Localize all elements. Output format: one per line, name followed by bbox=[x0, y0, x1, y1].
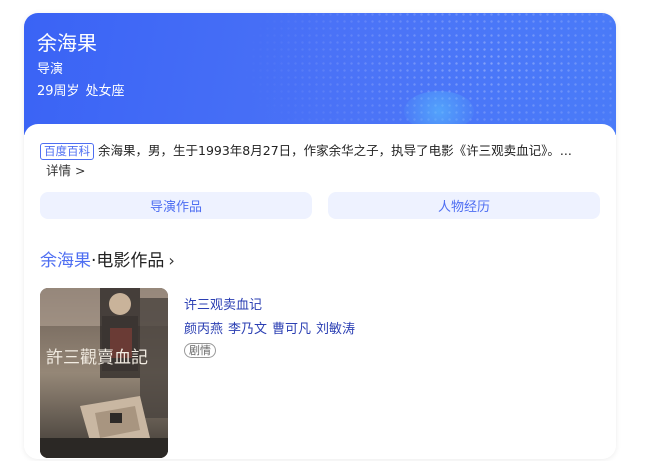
summary: 百度百科 余海果，男，生于1993年8月27日，作家余华之子，执导了电影《许三观卖… bbox=[40, 140, 600, 162]
person-meta: 29周岁 处女座 bbox=[37, 80, 125, 99]
summary-text: 余海果，男，生于1993年8月27日，作家余华之子，执导了电影《许三观卖血记》。… bbox=[98, 143, 572, 158]
person-zodiac: 处女座 bbox=[85, 84, 125, 99]
hero-banner: 余海果 导演 29周岁 处女座 bbox=[24, 13, 616, 135]
section-person-name: 余海果 bbox=[40, 251, 91, 271]
cast-member[interactable]: 刘敏涛 bbox=[316, 322, 355, 337]
person-card: 余海果 导演 29周岁 处女座 百度百科 余海果，男，生于1993年8月27日，作家… bbox=[24, 13, 616, 459]
cast-member[interactable]: 李乃文 bbox=[228, 322, 267, 337]
baike-tag[interactable]: 百度百科 bbox=[40, 143, 94, 160]
person-role: 导演 bbox=[37, 62, 64, 77]
directed-works-button[interactable]: 导演作品 bbox=[40, 192, 312, 219]
cast-list: 颜丙燕 李乃文 曹可凡 刘敏涛 bbox=[184, 318, 355, 337]
detail-link[interactable]: 详情 > bbox=[46, 160, 85, 179]
genre-tag: 剧情 bbox=[184, 343, 216, 358]
movie-poster[interactable]: 許三觀賣血記 bbox=[40, 288, 168, 458]
card-body: 百度百科 余海果，男，生于1993年8月27日，作家余华之子，执导了电影《许三观卖… bbox=[24, 124, 616, 459]
chevron-right-icon: › bbox=[168, 251, 175, 270]
section-heading: 电影作品 bbox=[96, 251, 165, 271]
person-age: 29周岁 bbox=[37, 84, 80, 99]
movie-title[interactable]: 许三观卖血记 bbox=[184, 294, 262, 313]
poster-title: 許三觀賣血記 bbox=[46, 348, 148, 368]
cast-member[interactable]: 颜丙燕 bbox=[184, 322, 223, 337]
section-title[interactable]: 余海果·电影作品 › bbox=[40, 246, 175, 271]
biography-button[interactable]: 人物经历 bbox=[328, 192, 600, 219]
person-name[interactable]: 余海果 bbox=[37, 27, 97, 56]
cast-member[interactable]: 曹可凡 bbox=[272, 322, 311, 337]
